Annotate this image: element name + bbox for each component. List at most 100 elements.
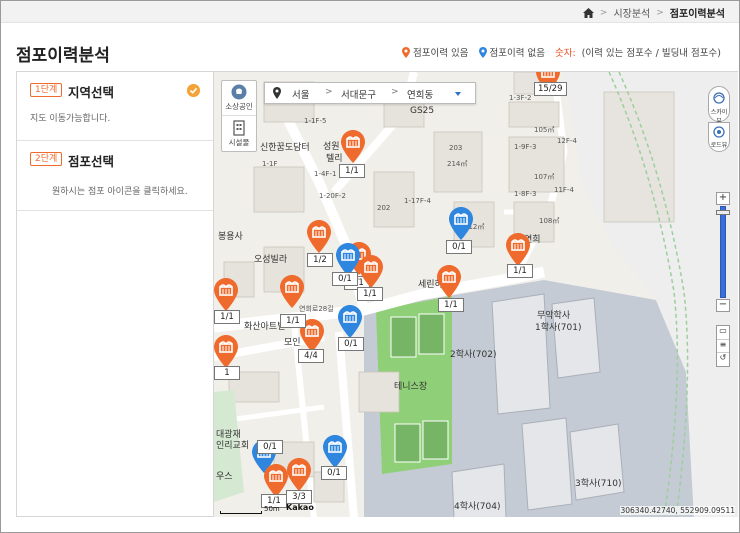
breadcrumb-bar: > 시장분석 > 점포이력분석 [1,1,739,23]
region-sigungu[interactable]: 서대문구 [341,87,376,101]
roadview-icon [713,126,725,138]
store-count-label[interactable]: 4/4 [298,349,324,363]
map-label: 108㎡ [539,217,560,225]
map-label: 12F-4 [557,137,577,145]
ruler-icon[interactable]: ▭ [717,326,729,340]
store-count-label[interactable]: 1/1 [507,264,533,278]
breadcrumb-current: 점포이력분석 [669,9,725,20]
store-marker-blue[interactable] [323,435,347,469]
zoom-slider-handle[interactable] [716,210,730,215]
zoom-out-button[interactable]: − [716,299,730,312]
store-count-label[interactable]: 1/1 [339,164,365,178]
store-count-label[interactable]: 0/1 [446,240,472,254]
skyview-button[interactable]: 스카이뷰 [708,86,730,125]
zoom-slider-track[interactable] [720,206,726,298]
store-marker-orange[interactable] [506,233,530,267]
store-marker-orange[interactable] [280,275,304,309]
store-marker-blue[interactable] [338,305,362,339]
map-view[interactable]: GS25 신한꿈도담터 성원 텔리 봉용사 오성빌라 화산아트빌 모인 연희 세… [214,71,738,517]
zoom-in-button[interactable]: + [716,192,730,205]
roadview-button[interactable]: 로드뷰 [708,122,730,152]
region-dong[interactable]: 연희동 [407,87,433,101]
map-tool-panel: 소상공인 시설물 [221,80,257,152]
store-count-label[interactable]: 1/1 [438,298,464,312]
store-marker-orange[interactable] [341,130,365,164]
map-label: 105㎡ [534,126,555,134]
street-label: 연희로28길 [299,305,334,313]
reset-icon[interactable]: ↺ [717,353,729,366]
map-label: 203 [449,144,463,152]
store-count-label[interactable]: 1/1 [357,287,383,301]
store-marker-orange[interactable] [264,464,288,498]
store-count-label[interactable]: 0/1 [332,272,358,286]
store-count-label[interactable]: 1/1 [214,310,240,324]
legend-number-key: 숫자: (이력 있는 점포수 / 빌딩내 점포수) [554,48,721,59]
map-label: 214㎡ [447,160,468,168]
step-description: 지도 이동가능합니다. [30,114,111,124]
map-label: 모인 [284,338,301,348]
legend-has-history: 점포이력 있음 [402,45,469,59]
map-label: 1-3F-2 [509,94,532,102]
map-label: 11F-4 [554,186,574,194]
check-icon [187,84,200,97]
map-label: 1-17F-4 [404,197,431,205]
page-title: 점포이력분석 [16,46,110,66]
store-count-label[interactable]: 1/2 [307,253,333,267]
map-legend: 점포이력 있음 점포이력 없음 숫자: (이력 있는 점포수 / 빌딩내 점포수… [402,45,721,59]
store-count-label[interactable]: 15/29 [534,82,567,96]
step-store-select[interactable]: 2단계 점포선택 원하시는 점포 아이콘을 클릭하세요. [17,141,213,211]
store-marker-orange[interactable] [214,335,238,369]
step-badge: 2단계 [30,152,63,166]
store-marker-orange[interactable] [359,255,383,289]
map-label: 봉용사 [218,232,243,242]
step-region-select[interactable]: 1단계 지역선택 지도 이동가능합니다. [17,72,213,141]
app-frame: > 시장분석 > 점포이력분석 점포이력분석 점포이력 있음 점포이력 없음 숫… [0,0,740,533]
store-marker-orange[interactable] [307,220,331,254]
store-count-label[interactable]: 0/1 [338,337,364,351]
skyview-icon [713,92,725,104]
distance-icon[interactable]: ≡ [717,340,729,353]
region-selector[interactable]: 서울 > 서대문구 > 연희동 [264,82,476,104]
chevron-down-icon[interactable] [455,92,461,96]
tennis-court-label: 테니스장 [394,382,428,392]
store-marker-orange[interactable] [287,458,311,492]
map-label: 202 [377,204,391,212]
store-count-label[interactable]: 1/1 [280,314,306,328]
map-label: 2학사(702) [450,350,497,360]
map-label: 3학사(710) [575,479,622,489]
map-provider-logo: Kakao [286,503,314,512]
store-count-label[interactable]: 1 [214,366,240,380]
step-description: 원하시는 점포 아이콘을 클릭하세요. [52,187,188,197]
store-marker-orange[interactable] [214,278,238,312]
store-count-label[interactable]: 0/1 [257,440,283,454]
facility-tool[interactable]: 시설물 [222,117,256,152]
breadcrumb-separator: > [656,7,664,18]
breadcrumb-separator: > [599,7,608,18]
shop-icon [231,84,247,100]
zoom-control: + − [716,192,730,312]
location-pin-icon [273,87,281,99]
map-label: 인리교회 [216,441,250,451]
step-title: 점포선택 [68,154,115,169]
map-label: 1-1F [262,160,278,168]
map-label: 1학사(701) [535,323,582,333]
map-label: 1-8F-3 [514,190,537,198]
map-label: GS25 [410,106,435,116]
store-marker-blue[interactable] [449,207,473,241]
chevron-right-icon: > [325,87,333,97]
orange-pin-icon [402,46,411,58]
building-icon [233,120,245,136]
store-count-label[interactable]: 3/3 [286,490,312,504]
region-sido[interactable]: 서울 [292,87,309,101]
home-icon[interactable] [582,7,594,18]
map-coordinates: 306340.42740, 552909.09511 [620,506,735,515]
map-label: 107㎡ [534,173,555,181]
breadcrumb-item[interactable]: 시장분석 [613,5,650,20]
small-business-tool[interactable]: 소상공인 [222,81,256,116]
step-title: 지역선택 [68,85,115,100]
blue-pin-icon [478,46,487,58]
store-count-label[interactable]: 0/1 [321,466,347,480]
store-marker-orange[interactable] [437,265,461,299]
breadcrumb: > 시장분석 > 점포이력분석 [582,5,725,20]
map-label: 1-4F-1 [314,170,337,178]
